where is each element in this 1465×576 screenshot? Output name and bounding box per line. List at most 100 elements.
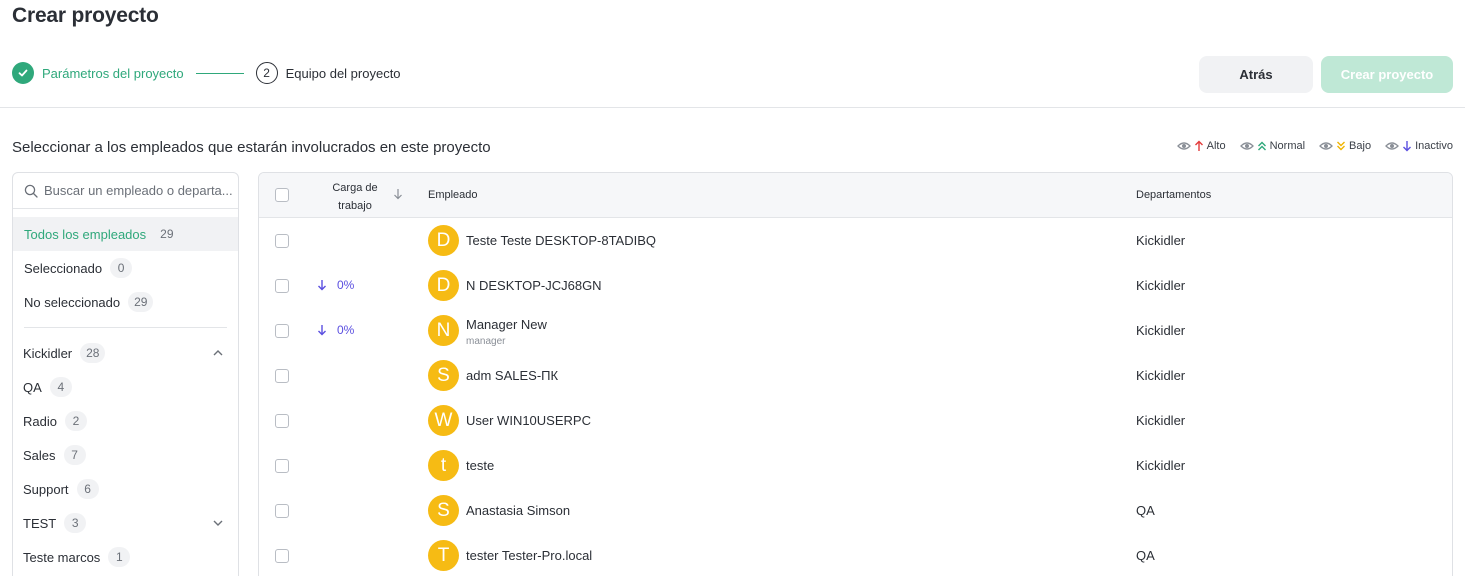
dept-label: Kickidler <box>23 345 73 361</box>
count-badge: 29 <box>160 227 174 241</box>
table-row[interactable]: t teste Kickidler <box>259 443 1452 488</box>
eye-icon <box>1385 142 1399 150</box>
row-checkbox[interactable] <box>275 324 289 338</box>
filter-label: No seleccionado <box>24 294 121 310</box>
table-row[interactable]: 0% N Manager New manager Kickidler <box>259 308 1452 353</box>
filter-label: Seleccionado <box>24 260 103 276</box>
legend-alto-label: Alto <box>1206 140 1226 152</box>
dept-label: QA <box>23 379 42 395</box>
dept-qa[interactable]: QA 4 <box>13 370 238 404</box>
search-icon <box>24 184 38 198</box>
count-badge: 6 <box>76 479 99 499</box>
employee-name: User WIN10USERPC <box>466 413 591 428</box>
row-checkbox[interactable] <box>275 234 289 248</box>
step-number-badge: 2 <box>255 62 278 84</box>
legend-normal-label: Normal <box>1269 140 1306 152</box>
count-badge: 28 <box>80 343 106 363</box>
chevron-up-icon[interactable] <box>212 347 224 359</box>
legend-normal[interactable]: Normal <box>1239 140 1306 152</box>
count-badge: 0 <box>110 258 133 278</box>
row-checkbox[interactable] <box>275 369 289 383</box>
filter-not-selected[interactable]: No seleccionado 29 <box>13 285 238 319</box>
dept-label: Radio <box>23 413 57 429</box>
legend-inactivo[interactable]: Inactivo <box>1385 140 1453 152</box>
workload-indicator: 0% <box>317 323 354 337</box>
workload-value: 0% <box>337 323 355 337</box>
employee-department: Kickidler <box>1136 458 1186 473</box>
sort-arrow-icon[interactable] <box>393 188 403 200</box>
workload-legend: Alto Normal Bajo Inactivo <box>1163 140 1453 152</box>
count-badge: 3 <box>64 513 87 533</box>
employee-department: Kickidler <box>1136 368 1186 383</box>
row-checkbox[interactable] <box>275 459 289 473</box>
dept-label: TEST <box>23 515 57 531</box>
step-project-parameters[interactable]: Parámetros del proyecto <box>42 66 184 81</box>
eye-icon <box>1239 142 1254 150</box>
chevron-down-icon[interactable] <box>212 517 224 529</box>
table-row[interactable]: S adm SALES-ПК Kickidler <box>259 353 1452 398</box>
filter-selected[interactable]: Seleccionado 0 <box>13 251 238 285</box>
double-chevron-down-icon <box>1337 141 1346 151</box>
employee-name: adm SALES-ПК <box>466 368 559 383</box>
avatar: t <box>428 450 459 481</box>
employee-name: teste <box>466 458 495 473</box>
dept-sales[interactable]: Sales 7 <box>13 438 238 472</box>
eye-icon <box>1319 142 1333 150</box>
employee-department: QA <box>1136 548 1155 563</box>
row-checkbox[interactable] <box>275 414 289 428</box>
row-checkbox[interactable] <box>275 504 289 518</box>
employee-department: Kickidler <box>1136 413 1186 428</box>
header-employee: Empleado <box>428 189 478 201</box>
arrow-up-icon <box>1194 140 1203 151</box>
table-row[interactable]: D Teste Teste DESKTOP-8TADIBQ Kickidler <box>259 218 1452 263</box>
count-badge: 4 <box>49 377 72 397</box>
legend-bajo[interactable]: Bajo <box>1319 140 1371 152</box>
employee-name: tester Tester-Pro.local <box>466 548 593 563</box>
dept-test[interactable]: TEST 3 <box>13 506 238 540</box>
count-badge: 29 <box>128 292 154 312</box>
table-row[interactable]: S Anastasia Simson QA <box>259 488 1452 533</box>
dept-label: Sales <box>23 447 56 463</box>
legend-alto[interactable]: Alto <box>1176 140 1226 152</box>
header-divider <box>0 107 1465 108</box>
back-button[interactable]: Atrás <box>1199 56 1313 93</box>
dept-radio[interactable]: Radio 2 <box>13 404 238 438</box>
avatar: S <box>428 495 459 526</box>
legend-inactivo-label: Inactivo <box>1415 140 1453 152</box>
dept-teste-marcos[interactable]: Teste marcos 1 <box>13 540 238 574</box>
count-badge: 2 <box>64 411 87 431</box>
search-box <box>13 173 238 209</box>
arrow-down-icon <box>1403 141 1412 152</box>
employee-department: Kickidler <box>1136 233 1186 248</box>
row-checkbox[interactable] <box>275 279 289 293</box>
arrow-down-icon <box>318 280 326 291</box>
dept-support[interactable]: Support 6 <box>13 472 238 506</box>
row-checkbox[interactable] <box>275 549 289 563</box>
header-departments: Departamentos <box>1136 189 1212 201</box>
table-row[interactable]: W User WIN10USERPC Kickidler <box>259 398 1452 443</box>
legend-bajo-label: Bajo <box>1349 140 1372 152</box>
workload-value: 0% <box>337 278 355 292</box>
table-row[interactable]: 0% D N DESKTOP-JCJ68GN Kickidler <box>259 263 1452 308</box>
table-header: Carga de trabajo Empleado Departamentos <box>259 173 1452 218</box>
employee-filter-sidebar: Todos los empleados 29 Seleccionado 0 No… <box>12 172 239 576</box>
table-row[interactable]: T tester Tester-Pro.local QA <box>259 533 1452 576</box>
filter-all-employees[interactable]: Todos los empleados 29 <box>13 217 238 251</box>
search-input[interactable] <box>44 183 234 198</box>
create-project-button[interactable]: Crear proyecto <box>1321 56 1453 93</box>
avatar: N <box>428 315 459 346</box>
employee-name: N DESKTOP-JCJ68GN <box>466 278 602 293</box>
avatar: W <box>428 405 459 436</box>
select-all-checkbox[interactable] <box>275 188 289 202</box>
employee-name: Manager New <box>466 317 547 332</box>
avatar: S <box>428 360 459 391</box>
count-badge: 1 <box>108 547 131 567</box>
count-badge: 7 <box>63 445 86 465</box>
dept-label: Teste marcos <box>23 549 101 565</box>
section-title: Seleccionar a los empleados que estarán … <box>12 139 491 156</box>
filter-label: Todos los empleados <box>24 226 147 242</box>
dept-kickidler[interactable]: Kickidler 28 <box>13 336 238 370</box>
employee-department: QA <box>1136 503 1155 518</box>
avatar: D <box>428 270 459 301</box>
stepper: Parámetros del proyecto 2 Equipo del pro… <box>12 61 401 85</box>
